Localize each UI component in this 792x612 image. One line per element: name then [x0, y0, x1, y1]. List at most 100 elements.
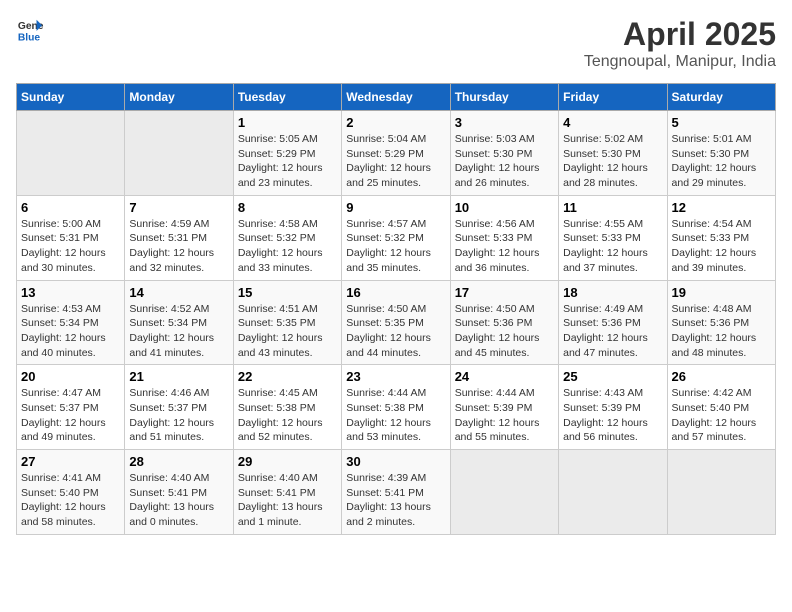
day-cell: 2 Sunrise: 5:04 AM Sunset: 5:29 PM Daylig… [342, 111, 450, 196]
day-info: Sunrise: 4:58 AM Sunset: 5:32 PM Dayligh… [238, 217, 337, 276]
day-number: 6 [21, 200, 120, 215]
day-cell: 18 Sunrise: 4:49 AM Sunset: 5:36 PM Dayli… [559, 280, 667, 365]
day-number: 15 [238, 285, 337, 300]
day-cell: 8 Sunrise: 4:58 AM Sunset: 5:32 PM Daylig… [233, 195, 341, 280]
day-info: Sunrise: 4:42 AM Sunset: 5:40 PM Dayligh… [672, 386, 771, 445]
day-number: 30 [346, 454, 445, 469]
header-cell-tuesday: Tuesday [233, 84, 341, 111]
day-info: Sunrise: 4:57 AM Sunset: 5:32 PM Dayligh… [346, 217, 445, 276]
day-info: Sunrise: 4:44 AM Sunset: 5:39 PM Dayligh… [455, 386, 554, 445]
day-info: Sunrise: 4:40 AM Sunset: 5:41 PM Dayligh… [129, 471, 228, 530]
day-info: Sunrise: 4:50 AM Sunset: 5:35 PM Dayligh… [346, 302, 445, 361]
day-number: 25 [563, 369, 662, 384]
day-info: Sunrise: 4:54 AM Sunset: 5:33 PM Dayligh… [672, 217, 771, 276]
header-cell-monday: Monday [125, 84, 233, 111]
day-cell: 29 Sunrise: 4:40 AM Sunset: 5:41 PM Dayli… [233, 450, 341, 535]
day-cell [17, 111, 125, 196]
week-row-3: 13 Sunrise: 4:53 AM Sunset: 5:34 PM Dayli… [17, 280, 776, 365]
day-cell: 26 Sunrise: 4:42 AM Sunset: 5:40 PM Dayli… [667, 365, 775, 450]
week-row-2: 6 Sunrise: 5:00 AM Sunset: 5:31 PM Daylig… [17, 195, 776, 280]
logo-icon: General Blue [16, 16, 44, 44]
day-info: Sunrise: 5:02 AM Sunset: 5:30 PM Dayligh… [563, 132, 662, 191]
day-number: 8 [238, 200, 337, 215]
main-title: April 2025 [584, 16, 776, 53]
day-info: Sunrise: 4:44 AM Sunset: 5:38 PM Dayligh… [346, 386, 445, 445]
day-cell: 11 Sunrise: 4:55 AM Sunset: 5:33 PM Dayli… [559, 195, 667, 280]
day-info: Sunrise: 4:47 AM Sunset: 5:37 PM Dayligh… [21, 386, 120, 445]
day-cell: 21Sunrise: 4:46 AM Sunset: 5:37 PM Dayli… [125, 365, 233, 450]
logo: General Blue [16, 16, 44, 44]
header-cell-thursday: Thursday [450, 84, 558, 111]
day-cell: 6 Sunrise: 5:00 AM Sunset: 5:31 PM Daylig… [17, 195, 125, 280]
day-cell: 27Sunrise: 4:41 AM Sunset: 5:40 PM Dayli… [17, 450, 125, 535]
day-cell: 14 Sunrise: 4:52 AM Sunset: 5:34 PM Dayli… [125, 280, 233, 365]
day-cell: 12 Sunrise: 4:54 AM Sunset: 5:33 PM Dayli… [667, 195, 775, 280]
day-cell: 20Sunrise: 4:47 AM Sunset: 5:37 PM Dayli… [17, 365, 125, 450]
svg-text:Blue: Blue [18, 32, 41, 43]
day-info: Sunrise: 5:05 AM Sunset: 5:29 PM Dayligh… [238, 132, 337, 191]
day-info: Sunrise: 4:48 AM Sunset: 5:36 PM Dayligh… [672, 302, 771, 361]
day-info: Sunrise: 4:49 AM Sunset: 5:36 PM Dayligh… [563, 302, 662, 361]
day-info: Sunrise: 4:59 AM Sunset: 5:31 PM Dayligh… [129, 217, 228, 276]
day-number: 24 [455, 369, 554, 384]
day-info: Sunrise: 5:01 AM Sunset: 5:30 PM Dayligh… [672, 132, 771, 191]
day-number: 10 [455, 200, 554, 215]
day-cell: 4 Sunrise: 5:02 AM Sunset: 5:30 PM Daylig… [559, 111, 667, 196]
day-cell: 25 Sunrise: 4:43 AM Sunset: 5:39 PM Dayli… [559, 365, 667, 450]
day-number: 13 [21, 285, 120, 300]
day-info: Sunrise: 5:00 AM Sunset: 5:31 PM Dayligh… [21, 217, 120, 276]
week-row-5: 27Sunrise: 4:41 AM Sunset: 5:40 PM Dayli… [17, 450, 776, 535]
day-cell: 9 Sunrise: 4:57 AM Sunset: 5:32 PM Daylig… [342, 195, 450, 280]
day-number: 17 [455, 285, 554, 300]
day-cell [667, 450, 775, 535]
day-cell: 10 Sunrise: 4:56 AM Sunset: 5:33 PM Dayli… [450, 195, 558, 280]
day-info: Sunrise: 4:40 AM Sunset: 5:41 PM Dayligh… [238, 471, 337, 530]
day-cell: 28 Sunrise: 4:40 AM Sunset: 5:41 PM Dayli… [125, 450, 233, 535]
day-number: 3 [455, 115, 554, 130]
sub-title: Tengnoupal, Manipur, India [584, 53, 776, 71]
day-info: Sunrise: 4:53 AM Sunset: 5:34 PM Dayligh… [21, 302, 120, 361]
day-cell: 15 Sunrise: 4:51 AM Sunset: 5:35 PM Dayli… [233, 280, 341, 365]
day-cell: 7 Sunrise: 4:59 AM Sunset: 5:31 PM Daylig… [125, 195, 233, 280]
day-info: Sunrise: 4:50 AM Sunset: 5:36 PM Dayligh… [455, 302, 554, 361]
day-cell [559, 450, 667, 535]
day-number: 11 [563, 200, 662, 215]
day-info: Sunrise: 4:45 AM Sunset: 5:38 PM Dayligh… [238, 386, 337, 445]
week-row-4: 20Sunrise: 4:47 AM Sunset: 5:37 PM Dayli… [17, 365, 776, 450]
header-cell-sunday: Sunday [17, 84, 125, 111]
week-row-1: 1 Sunrise: 5:05 AM Sunset: 5:29 PM Daylig… [17, 111, 776, 196]
day-number: 18 [563, 285, 662, 300]
day-info: Sunrise: 4:39 AM Sunset: 5:41 PM Dayligh… [346, 471, 445, 530]
day-info: Sunrise: 5:04 AM Sunset: 5:29 PM Dayligh… [346, 132, 445, 191]
day-cell: 1 Sunrise: 5:05 AM Sunset: 5:29 PM Daylig… [233, 111, 341, 196]
day-number: 29 [238, 454, 337, 469]
day-number: 9 [346, 200, 445, 215]
day-cell: 30 Sunrise: 4:39 AM Sunset: 5:41 PM Dayli… [342, 450, 450, 535]
day-cell: 17 Sunrise: 4:50 AM Sunset: 5:36 PM Dayli… [450, 280, 558, 365]
day-number: 23 [346, 369, 445, 384]
header-row: SundayMondayTuesdayWednesdayThursdayFrid… [17, 84, 776, 111]
day-number: 12 [672, 200, 771, 215]
day-number: 16 [346, 285, 445, 300]
day-number: 28 [129, 454, 228, 469]
day-info: Sunrise: 4:46 AM Sunset: 5:37 PM Dayligh… [129, 386, 228, 445]
calendar-table: SundayMondayTuesdayWednesdayThursdayFrid… [16, 83, 776, 535]
header-cell-saturday: Saturday [667, 84, 775, 111]
day-number: 2 [346, 115, 445, 130]
header-cell-wednesday: Wednesday [342, 84, 450, 111]
day-info: Sunrise: 4:56 AM Sunset: 5:33 PM Dayligh… [455, 217, 554, 276]
day-info: Sunrise: 5:03 AM Sunset: 5:30 PM Dayligh… [455, 132, 554, 191]
day-info: Sunrise: 4:43 AM Sunset: 5:39 PM Dayligh… [563, 386, 662, 445]
day-number: 4 [563, 115, 662, 130]
day-info: Sunrise: 4:55 AM Sunset: 5:33 PM Dayligh… [563, 217, 662, 276]
title-area: April 2025 Tengnoupal, Manipur, India [584, 16, 776, 71]
day-number: 26 [672, 369, 771, 384]
day-number: 14 [129, 285, 228, 300]
day-number: 1 [238, 115, 337, 130]
header: General Blue April 2025 Tengnoupal, Mani… [16, 16, 776, 71]
day-info: Sunrise: 4:51 AM Sunset: 5:35 PM Dayligh… [238, 302, 337, 361]
day-info: Sunrise: 4:52 AM Sunset: 5:34 PM Dayligh… [129, 302, 228, 361]
day-cell: 23 Sunrise: 4:44 AM Sunset: 5:38 PM Dayli… [342, 365, 450, 450]
day-number: 7 [129, 200, 228, 215]
day-cell: 19Sunrise: 4:48 AM Sunset: 5:36 PM Dayli… [667, 280, 775, 365]
